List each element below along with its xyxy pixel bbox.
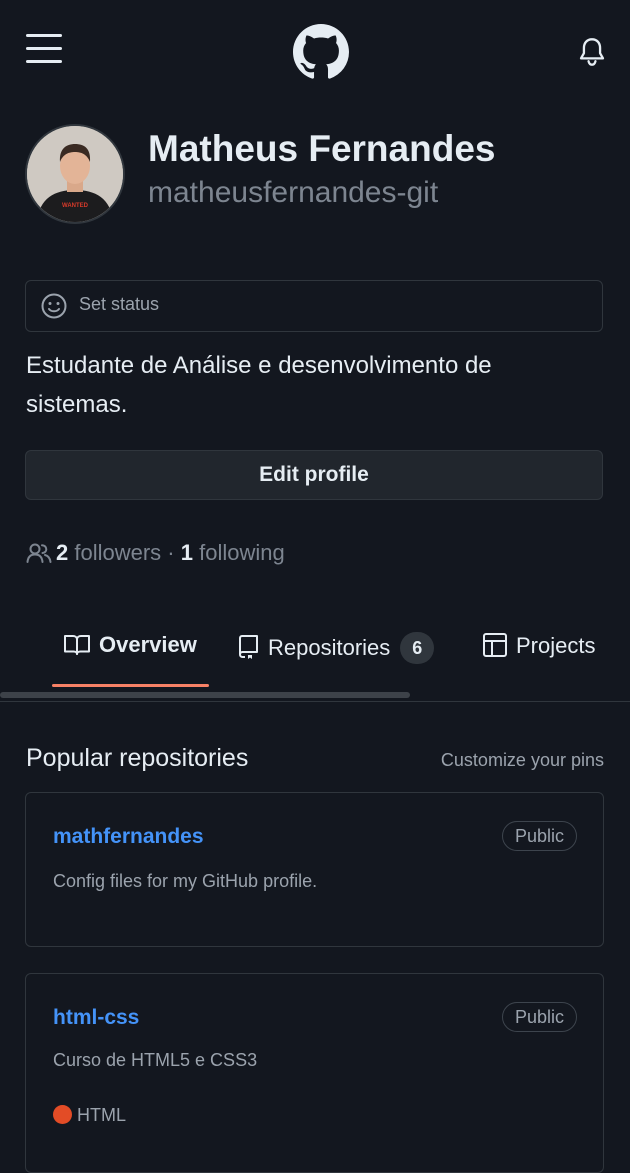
follow-stats: 2 followers · 1 following [26, 540, 285, 566]
avatar-photo: WANTED [27, 126, 123, 222]
language-color-dot [53, 1105, 72, 1124]
table-icon [483, 633, 507, 657]
followers-label: followers [68, 540, 162, 565]
active-tab-indicator [52, 684, 209, 687]
bell-icon[interactable] [578, 37, 606, 67]
github-mark-icon[interactable] [293, 24, 349, 80]
profile-name: Matheus Fernandes [148, 128, 496, 169]
tab-overview-label: Overview [99, 632, 197, 657]
followers-count: 2 [56, 540, 69, 565]
repo-language: HTML [53, 1105, 126, 1126]
popular-repositories-heading: Popular repositories [26, 744, 249, 772]
repo-name-link[interactable]: html-css [53, 1006, 139, 1030]
avatar[interactable]: WANTED [25, 124, 125, 224]
edit-profile-button[interactable]: Edit profile [25, 450, 603, 500]
smiley-icon [41, 293, 67, 319]
customize-pins-link[interactable]: Customize your pins [441, 750, 604, 771]
tab-repositories-label: Repositories [268, 635, 391, 660]
following-link[interactable]: 1 following [181, 540, 285, 565]
repo-description: Config files for my GitHub profile. [53, 871, 318, 891]
tab-repositories[interactable]: Repositories 6 [236, 632, 435, 668]
set-status-label: Set status [79, 294, 160, 314]
tab-overview[interactable]: Overview [63, 632, 197, 668]
tabs-scrollbar[interactable] [0, 692, 410, 698]
people-icon [26, 543, 52, 563]
set-status-button[interactable]: Set status [25, 280, 603, 332]
tab-projects[interactable]: Projects [482, 632, 595, 668]
repo-card: html-css Public Curso de HTML5 e CSS3 HT… [25, 973, 604, 1173]
tabs-divider [0, 701, 630, 702]
following-count: 1 [180, 540, 193, 565]
top-bar [0, 0, 630, 100]
tab-projects-label: Projects [516, 633, 596, 658]
following-label: following [192, 540, 285, 565]
repo-name-link[interactable]: mathfernandes [53, 825, 204, 849]
visibility-badge: Public [501, 821, 577, 851]
repo-icon [239, 635, 258, 659]
repo-description: Curso de HTML5 e CSS3 [53, 1050, 258, 1070]
hamburger-icon[interactable] [26, 34, 62, 64]
profile-bio: Estudante de Análise e desenvolvimento d… [26, 352, 492, 418]
profile-login: matheusfernandes-git [148, 176, 439, 209]
follow-separator: · [161, 540, 181, 565]
followers-link[interactable]: 2 followers [56, 540, 161, 565]
language-label: HTML [77, 1105, 126, 1125]
repositories-count-badge: 6 [400, 632, 435, 664]
visibility-badge: Public [501, 1002, 577, 1032]
book-icon [64, 635, 90, 655]
repo-card: mathfernandes Public Config files for my… [25, 792, 604, 947]
avatar-shirt-text: WANTED [62, 203, 89, 209]
profile-tabs: Overview Repositories 6 Projects [0, 610, 630, 702]
